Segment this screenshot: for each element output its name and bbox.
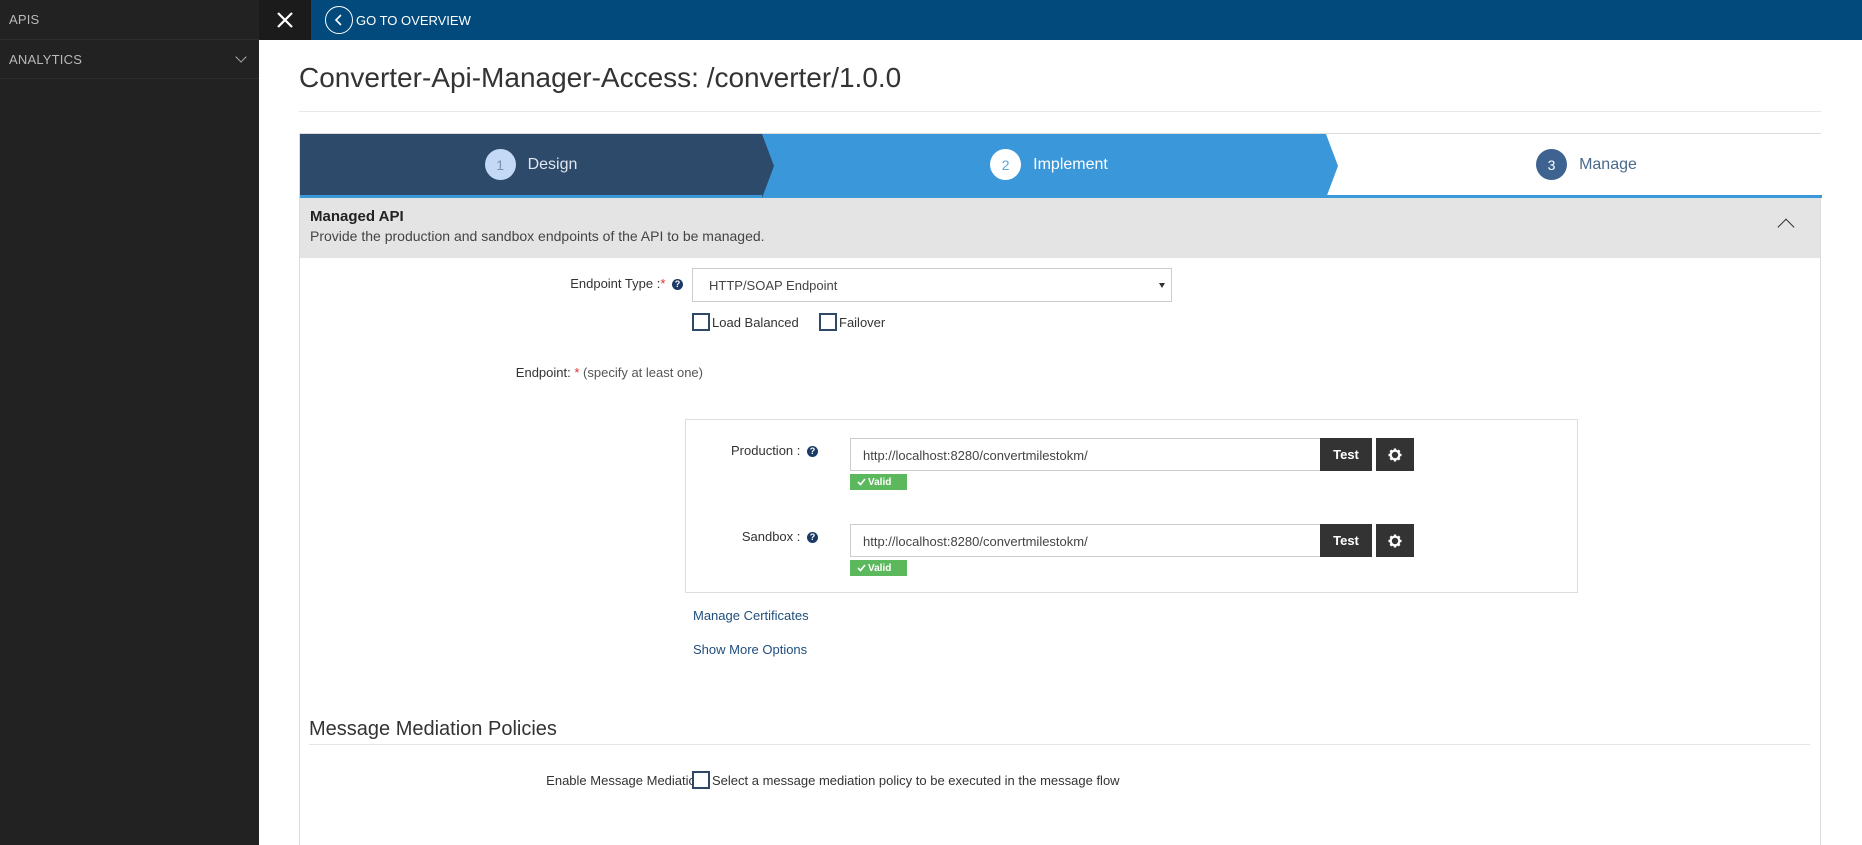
endpoint-text: Endpoint:	[515, 365, 571, 380]
sandbox-text: Sandbox :	[741, 529, 801, 544]
sandbox-test-button[interactable]: Test	[1320, 524, 1372, 557]
production-url: http://localhost:8280/convertmilestokm/	[863, 448, 1088, 463]
close-button[interactable]	[259, 0, 311, 40]
endpoint-label: Endpoint: * (specify at least one)	[399, 365, 703, 380]
sandbox-settings-button[interactable]	[1376, 524, 1414, 557]
load-balanced-label: Load Balanced	[712, 314, 799, 330]
sandbox-url-input[interactable]: http://localhost:8280/convertmilestokm/	[850, 524, 1321, 557]
required-mark: *	[574, 365, 580, 380]
caret-down-icon	[1159, 283, 1165, 288]
production-test-button[interactable]: Test	[1320, 438, 1372, 471]
check-icon	[857, 564, 866, 572]
step-label: Design	[527, 155, 578, 173]
load-balanced-checkbox[interactable]	[692, 313, 710, 331]
help-icon[interactable]: ?	[672, 279, 683, 291]
step-implement[interactable]: 2 Implement	[762, 134, 1326, 198]
production-url-input[interactable]: http://localhost:8280/convertmilestokm/	[850, 438, 1321, 471]
enable-mediation-label: Enable Message Mediation	[546, 773, 703, 788]
step-label: Implement	[1033, 155, 1108, 173]
step-number: 3	[1536, 149, 1568, 180]
sandbox-valid-badge: Valid	[850, 560, 907, 576]
required-mark: *	[660, 276, 666, 291]
step-label: Manage	[1579, 155, 1637, 173]
help-icon[interactable]: ?	[807, 446, 818, 458]
production-valid-badge: Valid	[850, 474, 907, 490]
section-description: Provide the production and sandbox endpo…	[310, 228, 765, 244]
sidebar-item-analytics[interactable]: ANALYTICS	[0, 40, 259, 79]
valid-label: Valid	[868, 476, 892, 488]
main-content: Converter-Api-Manager-Access: /converter…	[299, 40, 1822, 845]
step-number: 2	[990, 149, 1022, 180]
sidebar-item-label: APIS	[9, 12, 40, 27]
sidebar-item-label: ANALYTICS	[9, 51, 83, 67]
sidebar: APIS ANALYTICS	[0, 0, 259, 845]
gear-icon	[1388, 534, 1402, 547]
step-design[interactable]: 1 Design	[300, 134, 762, 198]
endpoint-type-select[interactable]: HTTP/SOAP Endpoint	[692, 268, 1172, 302]
test-label: Test	[1333, 447, 1359, 462]
chevron-left-icon	[325, 6, 353, 34]
close-icon	[277, 12, 293, 28]
enable-mediation-checkbox[interactable]	[692, 771, 710, 789]
sandbox-url: http://localhost:8280/convertmilestokm/	[863, 534, 1088, 549]
enable-mediation-text: Select a message mediation policy to be …	[712, 772, 1120, 788]
enable-mediation-option[interactable]: Select a message mediation policy to be …	[692, 771, 1120, 789]
top-bar: GO TO OVERVIEW	[259, 0, 1862, 40]
failover-label: Failover	[839, 314, 886, 330]
endpoint-type-value: HTTP/SOAP Endpoint	[709, 278, 838, 293]
section-title: Managed API	[310, 208, 404, 225]
endpoint-type-text: Endpoint Type :	[570, 276, 661, 291]
step-manage[interactable]: 3 Manage	[1326, 134, 1822, 198]
step-number: 1	[484, 149, 516, 180]
step-arrow	[1326, 134, 1338, 198]
endpoint-box: Production : ? http://localhost:8280/con…	[685, 419, 1578, 593]
wizard-steps: 1 Design 2 Implement 3 Manage	[300, 134, 1822, 198]
valid-label: Valid	[868, 562, 892, 574]
production-settings-button[interactable]	[1376, 438, 1414, 471]
production-text: Production :	[731, 443, 801, 458]
step-arrow	[762, 134, 774, 198]
gear-icon	[1388, 448, 1402, 461]
overview-label: GO TO OVERVIEW	[356, 12, 471, 28]
failover-checkbox[interactable]	[819, 313, 837, 331]
sandbox-label: Sandbox : ?	[686, 529, 818, 544]
failover-option[interactable]: Failover	[819, 313, 885, 331]
endpoint-type-label: Endpoint Type :* ?	[479, 276, 683, 291]
sidebar-item-apis[interactable]: APIS	[0, 0, 259, 40]
load-balanced-option[interactable]: Load Balanced	[692, 313, 799, 331]
page-title: Converter-Api-Manager-Access: /converter…	[299, 62, 1821, 112]
production-label: Production : ?	[686, 443, 818, 458]
go-to-overview-link[interactable]: GO TO OVERVIEW	[325, 6, 471, 34]
chevron-down-icon	[235, 51, 247, 63]
mediation-section-title: Message Mediation Policies	[309, 718, 1810, 745]
help-icon[interactable]: ?	[807, 532, 818, 544]
managed-api-header[interactable]: Managed API Provide the production and s…	[300, 198, 1820, 258]
manage-certificates-link[interactable]: Manage Certificates	[693, 608, 809, 623]
test-label: Test	[1333, 533, 1359, 548]
check-icon	[857, 478, 866, 486]
endpoint-hint: (specify at least one)	[583, 365, 703, 380]
show-more-options-link[interactable]: Show More Options	[693, 642, 807, 657]
